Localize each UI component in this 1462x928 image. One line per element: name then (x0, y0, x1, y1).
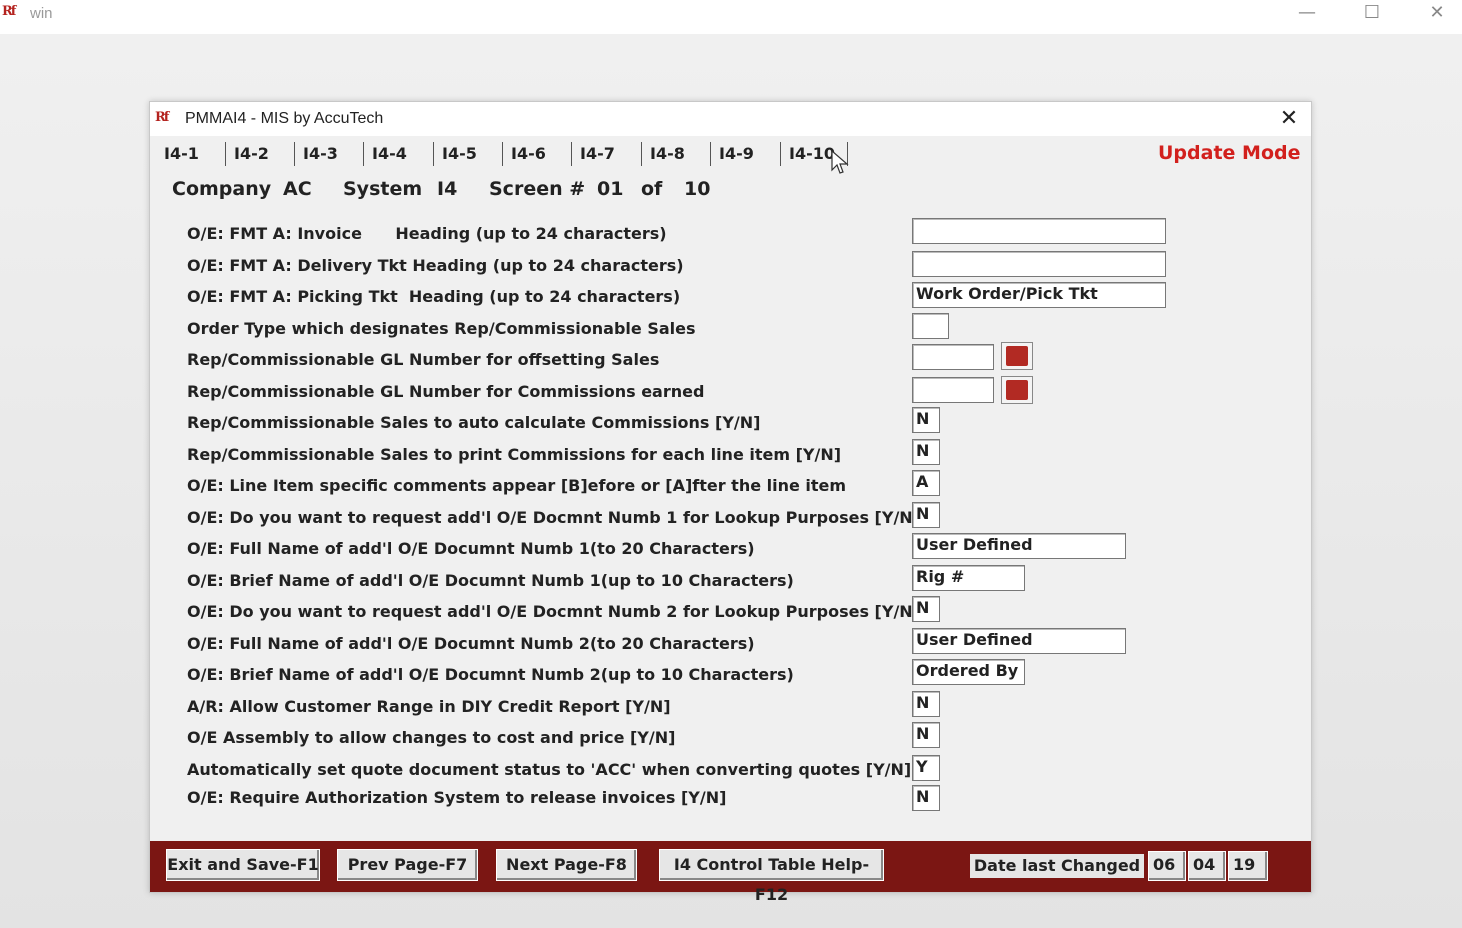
briefname-docnum1-label: O/E: Brief Name of add'l O/E Documnt Num… (187, 571, 794, 590)
assembly-changes-label: O/E Assembly to allow changes to cost an… (187, 728, 676, 747)
request-docnum1-field[interactable]: N (912, 502, 940, 528)
quote-status-field[interactable]: Y (912, 755, 940, 781)
lookup-icon (1006, 346, 1028, 366)
exit-save-button[interactable]: Exit and Save-F1 (166, 849, 320, 881)
fullname-docnum1-field[interactable]: User Defined (912, 533, 1126, 559)
system-value: I4 (437, 178, 458, 200)
accutech-logo-icon: Rf (155, 110, 169, 125)
minimize-button[interactable]: — (1284, 0, 1330, 28)
tab-i4-6[interactable]: I4-6 (502, 142, 569, 166)
tab-i4-7[interactable]: I4-7 (571, 142, 638, 166)
tab-strip: I4-1 I4-2 I4-3 I4-4 I4-5 I4-6 I4-7 I4-8 … (150, 138, 1311, 170)
system-label: System (343, 178, 423, 200)
next-page-button[interactable]: Next Page-F8 (496, 849, 637, 881)
customer-range-label: A/R: Allow Customer Range in DIY Credit … (187, 697, 671, 716)
mode-indicator: Update Mode (1158, 142, 1301, 164)
gl-commission-lookup-button[interactable] (1001, 376, 1033, 404)
picking-heading-field[interactable]: Work Order/Pick Tkt (912, 282, 1166, 308)
date-day-field[interactable]: 04 (1188, 851, 1226, 881)
delivery-heading-label: O/E: FMT A: Delivery Tkt Heading (up to … (187, 256, 684, 275)
delivery-heading-field[interactable] (912, 251, 1166, 277)
tab-i4-8[interactable]: I4-8 (641, 142, 708, 166)
gl-offset-label: Rep/Commissionable GL Number for offsett… (187, 350, 660, 369)
app-logo-icon: Rf (2, 4, 16, 19)
lookup-icon (1006, 380, 1028, 400)
date-year-field[interactable]: 19 (1228, 851, 1268, 881)
authorization-label: O/E: Require Authorization System to rel… (187, 788, 727, 807)
screen-label: Screen # (489, 178, 586, 200)
screen-value: 01 (597, 178, 624, 200)
request-docnum2-label: O/E: Do you want to request add'l O/E Do… (187, 602, 920, 621)
gl-commission-field[interactable] (912, 377, 994, 403)
assembly-changes-field[interactable]: N (912, 722, 940, 748)
fullname-docnum1-label: O/E: Full Name of add'l O/E Documnt Numb… (187, 539, 755, 558)
tab-i4-3[interactable]: I4-3 (294, 142, 361, 166)
authorization-field[interactable]: N (912, 785, 940, 811)
of-value: 10 (684, 178, 711, 200)
customer-range-field[interactable]: N (912, 691, 940, 717)
comments-position-label: O/E: Line Item specific comments appear … (187, 476, 847, 495)
quote-status-label: Automatically set quote document status … (187, 760, 912, 779)
mouse-cursor-icon (831, 150, 849, 174)
briefname-docnum2-label: O/E: Brief Name of add'l O/E Documnt Num… (187, 665, 794, 684)
maximize-button[interactable]: ☐ (1349, 0, 1395, 28)
tab-i4-4[interactable]: I4-4 (363, 142, 430, 166)
tab-i4-2[interactable]: I4-2 (225, 142, 292, 166)
briefname-docnum1-field[interactable]: Rig # (912, 565, 1025, 591)
outer-title-bar: Rf win — ☐ ✕ (0, 0, 1462, 34)
help-button[interactable]: I4 Control Table Help-F12 (659, 849, 884, 904)
footer-bar: Exit and Save-F1 Prev Page-F7 Next Page-… (150, 841, 1311, 904)
dialog-close-button[interactable]: ✕ (1272, 104, 1306, 134)
request-docnum2-field[interactable]: N (912, 596, 940, 622)
company-value: AC (283, 178, 312, 200)
close-window-button[interactable]: ✕ (1414, 0, 1460, 28)
fullname-docnum2-label: O/E: Full Name of add'l O/E Documnt Numb… (187, 634, 755, 653)
picking-heading-label: O/E: FMT A: Picking Tkt Heading (up to 2… (187, 287, 681, 306)
outer-window-title: win (30, 5, 53, 22)
request-docnum1-label: O/E: Do you want to request add'l O/E Do… (187, 508, 920, 527)
auto-calc-field[interactable]: N (912, 407, 940, 433)
gl-offset-lookup-button[interactable] (1001, 342, 1033, 370)
order-type-field[interactable] (912, 313, 949, 339)
auto-calc-label: Rep/Commissionable Sales to auto calcula… (187, 413, 761, 432)
gl-commission-label: Rep/Commissionable GL Number for Commiss… (187, 382, 705, 401)
print-commission-label: Rep/Commissionable Sales to print Commis… (187, 445, 842, 464)
date-month-field[interactable]: 06 (1148, 851, 1186, 881)
briefname-docnum2-field[interactable]: Ordered By (912, 659, 1025, 685)
company-label: Company (172, 178, 272, 200)
dialog-title-bar: Rf PMMAI4 - MIS by AccuTech ✕ (150, 102, 1311, 136)
invoice-heading-field[interactable] (912, 218, 1166, 244)
of-label: of (641, 178, 663, 200)
comments-position-field[interactable]: A (912, 470, 940, 496)
tab-i4-9[interactable]: I4-9 (710, 142, 777, 166)
tab-i4-5[interactable]: I4-5 (433, 142, 500, 166)
gl-offset-field[interactable] (912, 344, 994, 370)
fullname-docnum2-field[interactable]: User Defined (912, 628, 1126, 654)
date-last-changed-label: Date last Changed (970, 854, 1144, 878)
dialog-title: PMMAI4 - MIS by AccuTech (185, 110, 384, 127)
tab-i4-1[interactable]: I4-1 (150, 142, 226, 166)
pmmai4-dialog: Rf PMMAI4 - MIS by AccuTech ✕ I4-1 I4-2 … (149, 101, 1312, 904)
invoice-heading-label: O/E: FMT A: Invoice Heading (up to 24 ch… (187, 224, 667, 243)
print-commission-field[interactable]: N (912, 439, 940, 465)
order-type-label: Order Type which designates Rep/Commissi… (187, 319, 696, 338)
prev-page-button[interactable]: Prev Page-F7 (337, 849, 478, 881)
